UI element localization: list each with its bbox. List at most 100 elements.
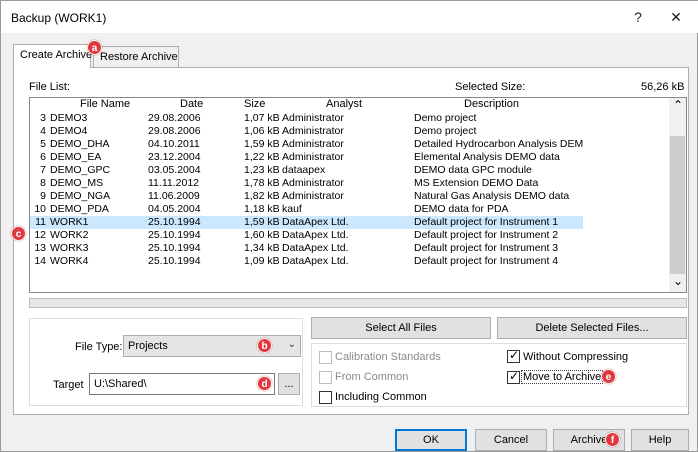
progress-bar [29,298,687,308]
column-header-size[interactable]: Size [244,98,265,112]
file-name-cell: DEMO_MS [50,177,104,189]
date-cell: 25.10.1994 [148,255,201,267]
help-button[interactable]: Help [631,429,689,451]
target-label: Target [53,379,84,391]
file-list-label: File List: [29,81,70,93]
move-to-archive-label: Move to Archive [521,370,604,384]
analyst-cell: Administrator [282,112,344,124]
target-path-value: U:\Shared\ [94,378,147,390]
size-cell: 1,60 kB [244,229,280,241]
row-number: 9 [40,190,46,202]
date-cell: 04.05.2004 [148,203,201,215]
file-list[interactable]: File Name Date Size Analyst Description … [29,97,687,293]
analyst-cell: dataapex [282,164,326,176]
window-title: Backup (WORK1) [11,11,107,25]
calibration-standards-checkbox[interactable] [319,351,332,364]
scroll-up-icon[interactable]: ⌃ [673,98,683,112]
callout-badge-b: b [257,338,272,353]
file-name-cell: WORK2 [50,229,89,241]
description-cell: MS Extension DEMO Data [414,177,539,189]
size-cell: 1,59 kB [244,216,280,228]
browse-button[interactable]: ... [278,373,300,395]
analyst-cell: DataApex Ltd. [282,216,349,228]
archive-button-label: Archive [570,434,608,446]
analyst-cell: Administrator [282,125,344,137]
delete-selected-files-button[interactable]: Delete Selected Files... [497,317,687,339]
without-compressing-label: Without Compressing [523,351,629,363]
file-name-cell: DEMO_DHA [50,138,110,150]
table-row[interactable]: 14 WORK4 25.10.1994 1,09 kB DataApex Ltd. Def… [30,255,583,268]
scrollbar-thumb[interactable] [670,136,685,274]
callout-badge-a: a [87,40,102,55]
vertical-scrollbar[interactable]: ⌃ ⌄ [669,98,686,292]
analyst-cell: DataApex Ltd. [282,255,349,267]
table-row[interactable]: 7 DEMO_GPC 03.05.2004 1,23 kB dataapex DEMO d… [30,164,583,177]
row-number: 14 [34,255,46,267]
size-cell: 1,78 kB [244,177,280,189]
column-header-description[interactable]: Description [464,98,519,112]
scroll-down-icon[interactable]: ⌄ [673,274,683,288]
including-common-checkbox[interactable] [319,391,332,404]
check-icon: ✓ [509,348,520,362]
table-row[interactable]: 10 DEMO_PDA 04.05.2004 1,18 kB kauf DEMO data… [30,203,583,216]
table-row[interactable]: 9 DEMO_NGA 11.06.2009 1,82 kB Administrator N… [30,190,583,203]
size-cell: 1,22 kB [244,151,280,163]
description-cell: Detailed Hydrocarbon Analysis DEM [414,138,584,150]
calibration-standards-label: Calibration Standards [335,351,441,363]
file-name-cell: DEMO_NGA [50,190,111,202]
analyst-cell: kauf [282,203,302,215]
date-cell: 23.12.2004 [148,151,201,163]
table-row[interactable]: 13 WORK3 25.10.1994 1,34 kB DataApex Ltd. Def… [30,242,583,255]
file-type-dropdown[interactable]: Projects ⌄ [123,335,301,357]
table-row[interactable]: 5 DEMO_DHA 04.10.2011 1,59 kB Administrator D… [30,138,583,151]
analyst-cell: Administrator [282,151,344,163]
move-to-archive-checkbox[interactable]: ✓ [507,369,520,384]
size-cell: 1,06 kB [244,125,280,137]
date-cell: 25.10.1994 [148,229,201,241]
description-cell: DEMO data GPC module [414,164,532,176]
cancel-button[interactable]: Cancel [475,429,547,451]
help-title-button[interactable]: ? [627,7,649,27]
tab-restore-archive-label: Restore Archive [100,51,178,63]
row-number: 5 [40,138,46,150]
size-cell: 1,82 kB [244,190,280,202]
tab-create-archive[interactable]: Create Archive [13,44,92,68]
description-cell: Elemental Analysis DEMO data [414,151,560,163]
target-path-input[interactable]: U:\Shared\ [89,373,275,395]
selected-size-value: 56,26 kB [641,81,685,93]
table-row[interactable]: 3 DEMO3 29.08.2006 1,07 kB Administrator Demo… [30,112,583,125]
column-header-date[interactable]: Date [180,98,203,112]
file-name-cell: WORK4 [50,255,89,267]
row-number: 12 [34,229,46,241]
including-common-label: Including Common [335,391,427,403]
description-cell: Natural Gas Analysis DEMO data [414,190,570,202]
description-cell: Demo project [414,112,477,124]
size-cell: 1,23 kB [244,164,280,176]
table-row[interactable]: 8 DEMO_MS 11.11.2012 1,78 kB Administrator MS… [30,177,583,190]
date-cell: 25.10.1994 [148,242,201,254]
table-row[interactable]: 6 DEMO_EA 23.12.2004 1,22 kB Administrator El… [30,151,583,164]
title-bar: Backup (WORK1) ? ✕ [1,1,698,33]
ok-button[interactable]: OK [395,429,467,451]
column-header-analyst[interactable]: Analyst [326,98,362,112]
without-compressing-checkbox[interactable]: ✓ [507,348,520,363]
from-common-checkbox[interactable] [319,371,332,384]
file-name-cell: WORK1 [50,216,89,228]
size-cell: 1,07 kB [244,112,280,124]
file-type-label: File Type: [75,341,123,353]
table-row[interactable]: 4 DEMO4 29.08.2006 1,06 kB Administrator Demo… [30,125,583,138]
row-number: 7 [40,164,46,176]
tab-restore-archive[interactable]: Restore Archive [93,46,179,68]
file-name-cell: DEMO_EA [50,151,102,163]
select-all-files-button[interactable]: Select All Files [311,317,491,339]
callout-badge-f: f [605,432,620,447]
column-header-file-name[interactable]: File Name [80,98,130,112]
table-row[interactable]: 12 WORK2 25.10.1994 1,60 kB DataApex Ltd. Def… [30,229,583,242]
size-cell: 1,18 kB [244,203,280,215]
table-row[interactable]: 11 WORK1 25.10.1994 1,59 kB DataApex Ltd. Def… [30,216,583,229]
callout-badge-c: c [11,226,26,241]
description-cell: Demo project [414,125,477,137]
callout-badge-d: d [257,376,272,391]
close-icon[interactable]: ✕ [665,7,687,27]
analyst-cell: Administrator [282,138,344,150]
